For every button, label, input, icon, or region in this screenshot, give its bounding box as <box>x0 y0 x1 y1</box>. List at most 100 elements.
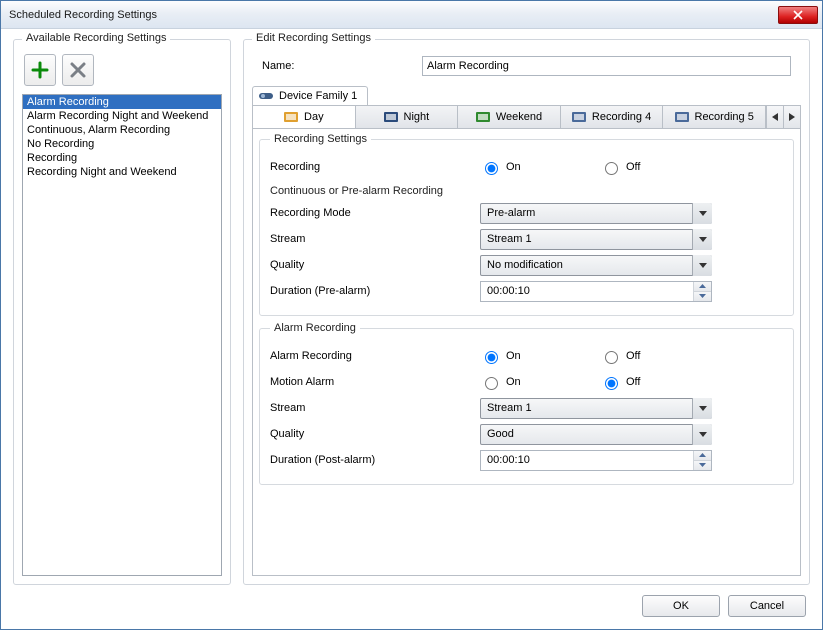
duration-pre-input[interactable] <box>481 282 693 301</box>
duration-pre-label: Duration (Pre-alarm) <box>270 285 480 297</box>
calendar-icon <box>572 112 586 122</box>
spin-up-icon[interactable] <box>694 451 711 461</box>
calendar-icon <box>384 112 398 122</box>
recording-label: Recording <box>270 161 480 173</box>
chevron-left-icon <box>772 113 778 121</box>
list-item[interactable]: Alarm Recording Night and Weekend <box>23 109 221 123</box>
motion-options: On Off <box>480 374 680 390</box>
alarm-stream-select[interactable]: Stream 1 <box>480 398 712 419</box>
duration-post-spinner[interactable] <box>480 450 712 471</box>
recording-settings-fieldset: Recording Settings Recording On Off Cont… <box>259 133 794 316</box>
titlebar: Scheduled Recording Settings <box>1 1 822 29</box>
alarm-rec-options: On Off <box>480 348 680 364</box>
cancel-label: Cancel <box>750 600 784 612</box>
spin-down-icon[interactable] <box>694 292 711 301</box>
tabs-scroll-left[interactable] <box>766 106 783 128</box>
alarm-rec-on-radio[interactable] <box>485 351 498 364</box>
tab-schedule-weekend[interactable]: Weekend <box>458 106 561 128</box>
available-settings-title: Available Recording Settings <box>22 32 170 44</box>
list-item[interactable]: No Recording <box>23 137 221 151</box>
motion-on-radio[interactable] <box>485 377 498 390</box>
duration-pre-spinner[interactable] <box>480 281 712 302</box>
chevron-down-icon <box>692 424 712 445</box>
tab-label: Day <box>304 111 324 123</box>
alarm-stream-row: Stream Stream 1 <box>270 396 783 420</box>
duration-post-row: Duration (Post-alarm) <box>270 448 783 472</box>
motion-row: Motion Alarm On Off <box>270 370 783 394</box>
tab-schedule-recording-5[interactable]: Recording 5 <box>663 106 766 128</box>
calendar-icon <box>476 112 490 122</box>
stream-value: Stream 1 <box>487 233 532 245</box>
recording-settings-legend: Recording Settings <box>270 133 371 145</box>
recording-on[interactable]: On <box>480 159 560 175</box>
motion-off-radio[interactable] <box>605 377 618 390</box>
plus-icon <box>30 60 50 80</box>
alarm-quality-row: Quality Good <box>270 422 783 446</box>
delete-button[interactable] <box>62 54 94 86</box>
recording-off-radio[interactable] <box>605 162 618 175</box>
motion-on[interactable]: On <box>480 374 560 390</box>
device-tabs: Device Family 1 <box>252 86 801 105</box>
name-input[interactable] <box>422 56 791 76</box>
name-label: Name: <box>262 60 412 72</box>
recording-off[interactable]: Off <box>600 159 680 175</box>
alarm-rec-off-radio[interactable] <box>605 351 618 364</box>
device-tab-body: Day Night Weekend Recording 4 Recording 5 Re… <box>252 105 801 576</box>
list-item[interactable]: Alarm Recording <box>23 95 221 109</box>
calendar-icon <box>284 112 298 122</box>
dialog-footer: OK Cancel <box>13 585 810 621</box>
ok-button[interactable]: OK <box>642 595 720 617</box>
tab-schedule-day[interactable]: Day <box>253 106 356 129</box>
motion-label: Motion Alarm <box>270 376 480 388</box>
duration-post-input[interactable] <box>481 451 693 470</box>
on-label: On <box>506 376 521 388</box>
settings-listbox[interactable]: Alarm RecordingAlarm Recording Night and… <box>22 94 222 576</box>
tab-label: Recording 5 <box>695 111 754 123</box>
alarm-rec-off[interactable]: Off <box>600 348 680 364</box>
right-column: Edit Recording Settings Name: Device Fam… <box>243 39 810 585</box>
tabs-scroll-right[interactable] <box>783 106 800 128</box>
spin-up-icon[interactable] <box>694 282 711 292</box>
duration-pre-row: Duration (Pre-alarm) <box>270 279 783 303</box>
schedule-tabs: Day Night Weekend Recording 4 Recording 5 <box>253 106 800 129</box>
recording-options: On Off <box>480 159 680 175</box>
add-button[interactable] <box>24 54 56 86</box>
spin-down-icon[interactable] <box>694 461 711 470</box>
form-area: Recording Settings Recording On Off Cont… <box>253 129 800 575</box>
cancel-button[interactable]: Cancel <box>728 595 806 617</box>
alarm-stream-value: Stream 1 <box>487 402 532 414</box>
list-item[interactable]: Continuous, Alarm Recording <box>23 123 221 137</box>
recording-on-radio[interactable] <box>485 162 498 175</box>
quality-value: No modification <box>487 259 563 271</box>
stream-select[interactable]: Stream 1 <box>480 229 712 250</box>
tab-schedule-night[interactable]: Night <box>356 106 459 128</box>
quality-select[interactable]: No modification <box>480 255 712 276</box>
tab-device-family[interactable]: Device Family 1 <box>252 86 368 105</box>
alarm-quality-label: Quality <box>270 428 480 440</box>
calendar-icon <box>675 112 689 122</box>
available-settings-group: Available Recording Settings Alarm Recor… <box>13 39 231 585</box>
chevron-down-icon <box>692 398 712 419</box>
mode-value: Pre-alarm <box>487 207 535 219</box>
motion-off[interactable]: Off <box>600 374 680 390</box>
list-item[interactable]: Recording <box>23 151 221 165</box>
alarm-recording-fieldset: Alarm Recording Alarm Recording On Off <box>259 322 794 485</box>
alarm-rec-on[interactable]: On <box>480 348 560 364</box>
tab-schedule-recording-4[interactable]: Recording 4 <box>561 106 664 128</box>
continuous-prealarm-title: Continuous or Pre-alarm Recording <box>270 185 783 197</box>
close-button[interactable] <box>778 6 818 24</box>
list-item[interactable]: Recording Night and Weekend <box>23 165 221 179</box>
list-toolbar <box>22 50 222 94</box>
tab-label: Weekend <box>496 111 542 123</box>
alarm-quality-select[interactable]: Good <box>480 424 712 445</box>
spinner-buttons <box>693 451 711 470</box>
chevron-right-icon <box>789 113 795 121</box>
stream-row: Stream Stream 1 <box>270 227 783 251</box>
close-icon <box>792 10 804 20</box>
quality-row: Quality No modification <box>270 253 783 277</box>
alarm-rec-label: Alarm Recording <box>270 350 480 362</box>
mode-select[interactable]: Pre-alarm <box>480 203 712 224</box>
stream-label: Stream <box>270 233 480 245</box>
alarm-recording-legend: Alarm Recording <box>270 322 360 334</box>
off-label: Off <box>626 161 640 173</box>
